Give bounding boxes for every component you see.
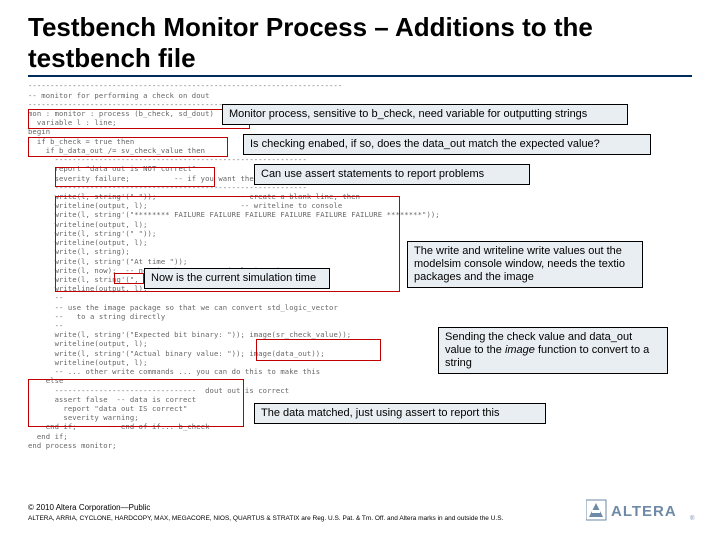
callout-data-matched: The data matched, just using assert to r… [254,403,546,424]
redbox-report-severity [55,167,215,187]
logo-wordmark: ALTERA [611,503,677,520]
svg-text:®: ® [690,515,695,522]
callout-checking-enabled: Is checking enabed, if so, does the data… [243,134,651,155]
legal-text: ALTERA, ARRIA, CYCLONE, HARDCOPY, MAX, M… [28,515,548,522]
redbox-check-if [28,137,228,157]
footer: © 2010 Altera Corporation—Public ALTERA,… [28,503,548,522]
altera-logo: ALTERA ® [586,498,698,524]
callout-now-time: Now is the current simulation time [144,268,330,289]
callout-assert-problems: Can use assert statements to report prob… [254,164,530,185]
redbox-else-assert [28,379,244,427]
redbox-process-header [28,109,250,129]
slide: Testbench Monitor Process – Additions to… [0,0,720,540]
callout-monitor-process: Monitor process, sensitive to b_check, n… [222,104,628,125]
redbox-image-calls [256,339,381,361]
callout-image-emph: image [505,344,535,356]
redbox-now [114,273,144,284]
copyright: © 2010 Altera Corporation—Public [28,503,548,512]
slide-title: Testbench Monitor Process – Additions to… [28,12,692,77]
code-area: ----------------------------------------… [28,81,692,459]
callout-image-function: Sending the check value and data_out val… [438,327,668,374]
callout-write-writeline: The write and writeline write values out… [407,241,643,288]
